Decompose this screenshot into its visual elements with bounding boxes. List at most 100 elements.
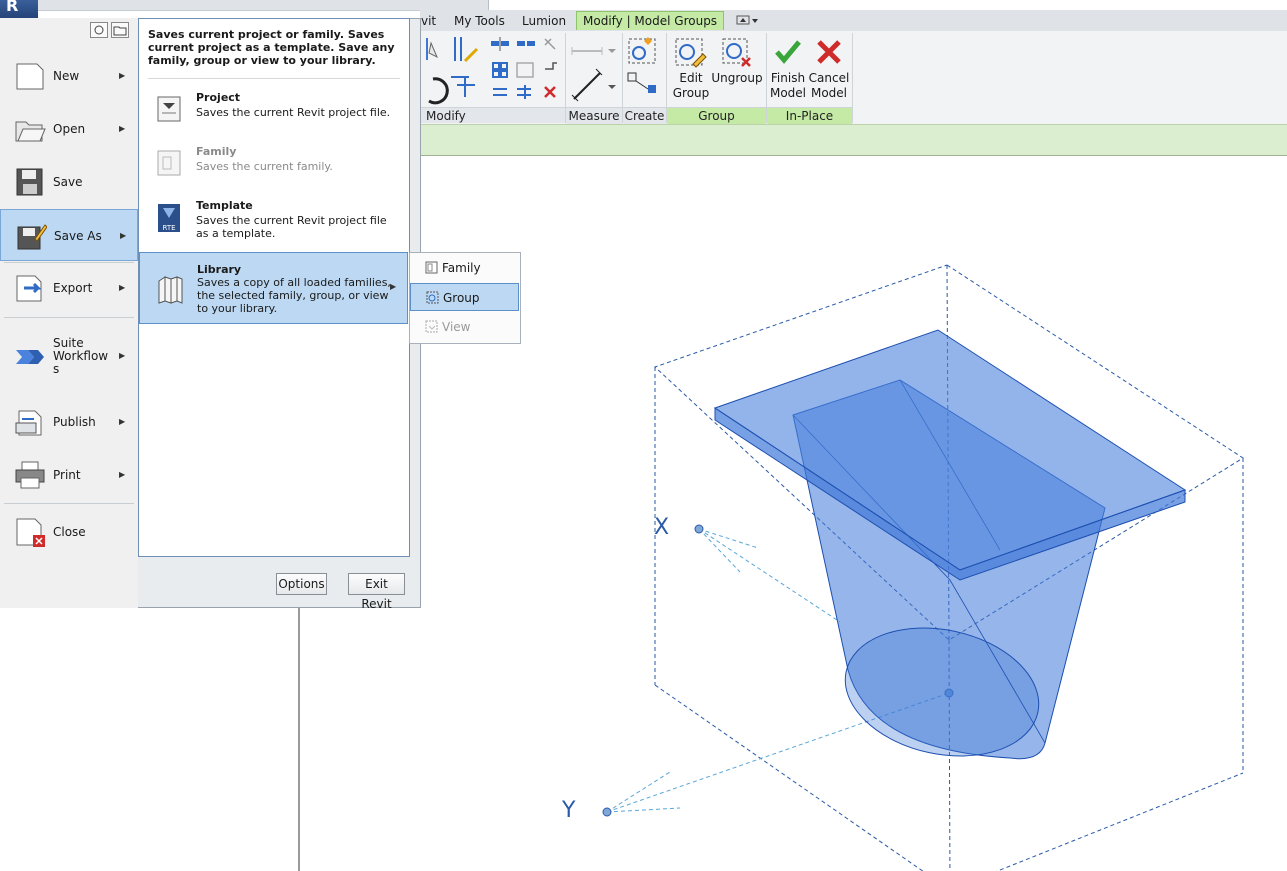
- axis-x-label: X: [654, 515, 670, 540]
- menu-label-save: Save: [53, 175, 83, 189]
- dimension-icon: [571, 68, 616, 102]
- axis-y-handle[interactable]: [602, 807, 612, 817]
- axis-y-label: Y: [562, 798, 576, 823]
- panel-label-group: Group: [667, 107, 766, 124]
- edit-group-icon[interactable]: [673, 36, 707, 70]
- panel-label-modify: Modify: [420, 107, 565, 123]
- axis-x-handle[interactable]: [694, 524, 704, 534]
- chevron-right-icon: ▶: [119, 351, 126, 360]
- menu-item-print[interactable]: Print ▶: [0, 449, 138, 501]
- menu-item-publish[interactable]: Publish ▶: [0, 396, 138, 448]
- open-documents-button[interactable]: [111, 22, 129, 38]
- option-title: Template: [196, 199, 253, 212]
- menu-item-export[interactable]: Export ▶: [0, 262, 138, 314]
- rotate-icon: [428, 77, 449, 105]
- chevron-right-icon: ▶: [119, 283, 126, 292]
- suite-workflows-icon: [16, 350, 44, 364]
- submenu-label: Family: [442, 261, 481, 275]
- menu-item-suite-workflows[interactable]: Suite Workflow s ▶: [0, 322, 138, 392]
- submenu-label: Group: [443, 291, 480, 305]
- menu-item-open[interactable]: Open ▶: [0, 103, 138, 155]
- menu-label-close: Close: [53, 525, 86, 539]
- modify-tools-icons[interactable]: [421, 33, 566, 107]
- save-as-library[interactable]: Library Saves a copy of all loaded famil…: [139, 252, 408, 324]
- panel-label-create: Create: [623, 107, 666, 124]
- chevron-right-icon: ▶: [119, 470, 126, 479]
- pin-icon: [544, 38, 556, 50]
- ribbon-separator: [852, 33, 853, 123]
- measure-distance-icon: [571, 47, 616, 55]
- finish-checkmark-icon[interactable]: [774, 38, 802, 66]
- option-title: Library: [197, 263, 242, 276]
- ungroup-button[interactable]: Ungroup: [711, 71, 763, 86]
- title-bar: [488, 0, 1287, 10]
- submenu-item-family[interactable]: Family: [410, 254, 519, 282]
- tab-lumion[interactable]: Lumion: [522, 12, 566, 30]
- ribbon-minimize-toggle[interactable]: [736, 14, 760, 26]
- menu-item-save[interactable]: Save: [0, 156, 138, 208]
- save-as-template[interactable]: RTE Template Saves the current Revit pro…: [139, 199, 408, 247]
- options-button[interactable]: Options: [276, 573, 327, 595]
- delete-icon: [544, 86, 556, 98]
- menu-divider: [4, 503, 134, 504]
- family-icon: [425, 261, 438, 274]
- tab-revit[interactable]: vit: [421, 12, 436, 30]
- menu-item-save-as[interactable]: Save As ▶: [0, 209, 138, 261]
- option-title: Project: [196, 91, 241, 104]
- floppy-disk-icon: [16, 168, 43, 196]
- model-3d-view[interactable]: [540, 250, 1287, 871]
- app-logo: R: [6, 0, 19, 15]
- menu-item-close[interactable]: Close: [0, 506, 138, 558]
- panel-divider: [148, 78, 400, 79]
- save-as-description: Saves current project or family. Saves c…: [148, 28, 395, 67]
- submenu-item-group[interactable]: Group: [410, 283, 519, 311]
- folder-open-icon: [15, 121, 46, 142]
- printer-icon: [15, 461, 45, 489]
- create-group-icon: [628, 37, 656, 64]
- tab-my-tools[interactable]: My Tools: [454, 12, 505, 30]
- menu-item-new[interactable]: New ▶: [0, 50, 138, 102]
- panel-label-in-place-editor: In-Place Editor: [767, 107, 852, 139]
- array-icon: [492, 62, 508, 78]
- application-menu-button[interactable]: R: [0, 0, 38, 18]
- option-title: Family: [196, 145, 237, 158]
- cancel-model-button[interactable]: Cancel Model: [808, 71, 850, 101]
- edit-group-button[interactable]: Edit Group: [672, 71, 710, 101]
- cancel-x-icon[interactable]: [815, 38, 843, 66]
- new-document-icon: [16, 63, 44, 90]
- chevron-right-icon: ▶: [119, 417, 126, 426]
- library-books-icon: [158, 276, 183, 304]
- view-divider: [298, 608, 300, 871]
- save-as-project[interactable]: Project Saves the current Revit project …: [139, 91, 408, 133]
- save-as-family: Family Saves the current family.: [139, 145, 408, 187]
- template-icon-text: RTE: [162, 224, 175, 232]
- options-bar: [420, 124, 1287, 156]
- exit-revit-button[interactable]: Exit Revit: [348, 573, 405, 611]
- offset-icon: [454, 37, 479, 63]
- tab-modify-model-groups[interactable]: Modify | Model Groups: [576, 11, 725, 30]
- family-file-icon: [157, 150, 181, 176]
- recent-docs-icon: [94, 25, 104, 35]
- menu-label-save-as: Save As: [54, 229, 102, 243]
- open-docs-icon: [113, 26, 127, 36]
- option-description: Saves the current Revit project file as …: [196, 214, 387, 240]
- ungroup-icon[interactable]: [720, 36, 754, 70]
- measure-tools-icons[interactable]: [568, 33, 620, 107]
- menu-label-export: Export: [53, 281, 93, 295]
- finish-model-button[interactable]: Finish Model: [768, 71, 808, 101]
- slab-top: [713, 329, 1187, 571]
- menu-label-open: Open: [53, 122, 86, 136]
- view-icon: [425, 320, 438, 333]
- unpin-icon: [545, 62, 557, 70]
- menu-label-publish: Publish: [53, 415, 96, 429]
- panel-toggle-icon: [736, 15, 758, 25]
- create-tools-icons[interactable]: [624, 33, 664, 107]
- recent-documents-button[interactable]: [90, 22, 108, 38]
- submenu-item-view: View: [410, 313, 519, 341]
- panel-label-measure: Measure: [566, 107, 622, 124]
- close-document-icon: [16, 518, 45, 547]
- option-description: Saves the current Revit project file.: [196, 106, 391, 119]
- export-icon: [16, 275, 42, 302]
- move-icon: [517, 41, 535, 46]
- chevron-right-icon: ▶: [120, 231, 127, 240]
